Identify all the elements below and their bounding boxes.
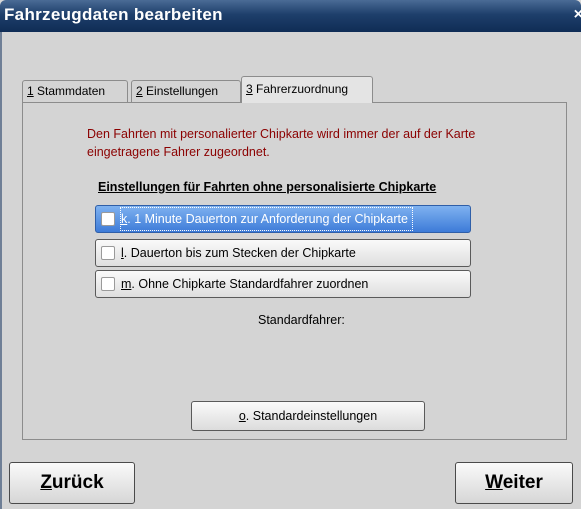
tab-label: Fahrerzuordnung: [252, 82, 349, 96]
option-checkbox[interactable]: [101, 277, 115, 291]
tab-label: Einstellungen: [142, 84, 219, 98]
info-text: Den Fahrten mit personalierter Chipkarte…: [87, 127, 476, 159]
next-button[interactable]: Weiter: [455, 462, 573, 504]
tab-mnemonic: 2: [136, 84, 143, 98]
option-label-text: . 1 Minute Dauerton zur Anforderung der …: [127, 212, 408, 226]
standard-driver-label: Standardfahrer:: [258, 313, 345, 327]
reset-label: . Standardeinstellungen: [245, 409, 378, 423]
tab-label: Stammdaten: [33, 84, 106, 98]
option-label-text: . Ohne Chipkarte Standardfahrer zuordnen: [131, 277, 369, 291]
option-standardfahrer-zuordnen[interactable]: m. Ohne Chipkarte Standardfahrer zuordne…: [95, 270, 471, 298]
option-checkbox[interactable]: [101, 246, 115, 260]
window-titlebar[interactable]: Fahrzeugdaten bearbeiten ×: [0, 0, 581, 32]
option-dauerton-bis-stecken[interactable]: l. Dauerton bis zum Stecken der Chipkart…: [95, 239, 471, 267]
close-icon[interactable]: ×: [574, 6, 581, 24]
tab-einstellungen[interactable]: 2 Einstellungen: [131, 80, 241, 102]
tab-stammdaten[interactable]: 1 Stammdaten: [22, 80, 128, 102]
next-label: eiter: [502, 472, 543, 493]
reset-mnemonic: o: [238, 409, 246, 423]
option-label-text: . Dauerton bis zum Stecken der Chipkarte: [123, 246, 356, 260]
section-heading: Einstellungen für Fahrten ohne personali…: [98, 180, 437, 194]
option-checkbox[interactable]: [101, 212, 115, 226]
tab-mnemonic: 1: [27, 84, 34, 98]
window-title: Fahrzeugdaten bearbeiten: [4, 5, 223, 24]
option-label: l. Dauerton bis zum Stecken der Chipkart…: [121, 240, 356, 266]
back-label: urück: [51, 472, 104, 493]
next-mnemonic: W: [485, 472, 503, 493]
option-mnemonic: m: [121, 277, 132, 291]
tab-mnemonic: 3: [246, 82, 253, 96]
reset-defaults-button[interactable]: o. Standardeinstellungen: [191, 401, 425, 431]
back-button[interactable]: Zurück: [9, 462, 135, 504]
option-label: k. 1 Minute Dauerton zur Anforderung der…: [120, 207, 413, 231]
option-label: m. Ohne Chipkarte Standardfahrer zuordne…: [121, 271, 368, 297]
back-mnemonic: Z: [40, 472, 52, 493]
tab-fahrerzuordnung[interactable]: 3 Fahrerzuordnung: [241, 76, 373, 103]
option-dauerton-1-minute[interactable]: k. 1 Minute Dauerton zur Anforderung der…: [95, 205, 471, 233]
